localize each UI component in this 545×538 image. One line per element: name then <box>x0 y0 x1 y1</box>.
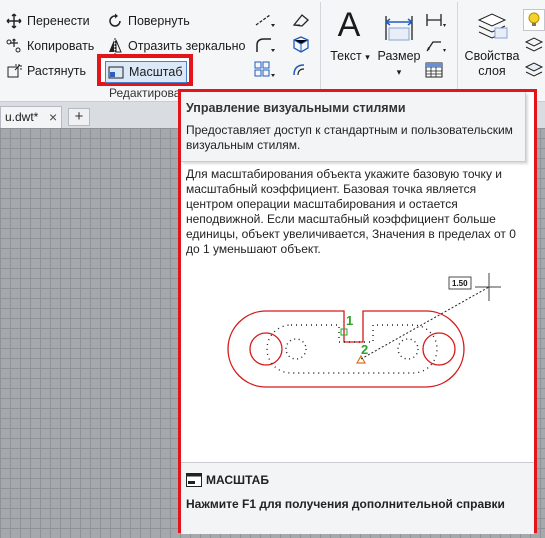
rotate-button[interactable]: Повернуть <box>107 11 190 31</box>
rotate-label: Повернуть <box>128 14 190 28</box>
table-icon[interactable] <box>424 61 446 79</box>
fillet-tool-icon[interactable] <box>254 36 276 54</box>
scale-button[interactable]: Масштаб <box>105 61 187 83</box>
explode-tool-icon[interactable] <box>290 36 312 54</box>
dimension-button[interactable]: Размер ▾ <box>376 49 422 80</box>
document-tab-label: u.dwt* <box>5 110 39 124</box>
preview-left-hole <box>285 338 307 360</box>
move-button[interactable]: Перенести <box>6 11 90 31</box>
layer-properties-label-1: Свойства <box>464 49 520 63</box>
text-button[interactable]: Текст ▾ <box>329 49 371 65</box>
stretch-button[interactable]: Растянуть <box>6 61 86 81</box>
scale-tooltip: Управление визуальными стилями Предостав… <box>178 89 537 534</box>
close-icon[interactable]: × <box>49 109 57 125</box>
point2-label: 2 <box>361 342 368 357</box>
dimension-label: Размер <box>377 49 421 63</box>
right-hole <box>422 332 456 366</box>
lightbulb-icon <box>528 12 540 26</box>
tooltip-body: Для масштабирования объекта укажите базо… <box>186 167 516 256</box>
chevron-down-icon: ▾ <box>396 67 402 77</box>
help-hint: Нажмите F1 для получения дополнительной … <box>186 497 505 511</box>
tooltip-header: Управление визуальными стилями Предостав… <box>181 92 526 162</box>
layer-state-button[interactable] <box>523 9 545 31</box>
rubber-band-line <box>360 286 490 360</box>
copy-label: Копировать <box>27 39 95 53</box>
layer-iso-icon[interactable] <box>524 36 545 54</box>
tooltip-title: Управление визуальными стилями <box>186 101 406 115</box>
chevron-down-icon: ▾ <box>365 52 370 62</box>
layer-match-icon[interactable] <box>524 61 545 79</box>
scale-icon <box>108 66 124 79</box>
mirror-icon <box>109 38 122 54</box>
tooltip-description: Предоставляет доступ к стандартным и пол… <box>186 123 513 152</box>
layer-properties-label-2: слоя <box>478 64 506 78</box>
erase-tool-icon[interactable] <box>290 11 312 29</box>
linear-dim-icon[interactable] <box>424 11 446 29</box>
command-line-icon <box>186 473 202 487</box>
left-hole <box>249 332 283 366</box>
mirror-button[interactable]: Отразить зеркально <box>107 36 246 56</box>
leader-icon[interactable] <box>424 36 446 54</box>
command-name: МАСШТАБ <box>206 473 269 487</box>
move-label: Перенести <box>27 14 90 28</box>
crosshair-cursor <box>475 273 501 301</box>
line-tool-icon[interactable] <box>254 11 276 29</box>
move-icon <box>6 13 22 29</box>
text-big-icon[interactable]: A <box>330 6 368 44</box>
stretch-label: Растянуть <box>27 64 87 78</box>
stretch-icon <box>7 64 22 78</box>
layer-properties-button[interactable]: Свойства слоя <box>462 49 522 79</box>
array-tool-icon[interactable] <box>254 61 276 79</box>
point1-label: 1 <box>346 313 353 328</box>
mirror-label: Отразить зеркально <box>128 39 246 53</box>
dimension-icon[interactable] <box>383 12 415 44</box>
document-tab[interactable]: u.dwt* × <box>0 106 62 128</box>
scale-value-text: 1.50 <box>452 279 468 288</box>
scale-point-marker <box>355 354 367 364</box>
text-label: Текст <box>330 49 362 63</box>
offset-tool-icon[interactable] <box>290 61 312 79</box>
new-tab-button[interactable]: + <box>68 108 90 126</box>
copy-button[interactable]: Копировать <box>6 36 94 56</box>
scale-button-highlight[interactable]: Масштаб <box>97 54 193 86</box>
scaled-preview-outline <box>266 324 438 374</box>
layer-properties-icon[interactable] <box>475 10 509 42</box>
scale-label: Масштаб <box>129 65 183 79</box>
rotate-icon <box>109 13 121 27</box>
separator <box>320 2 321 97</box>
command-row: МАСШТАБ <box>186 473 269 487</box>
ribbon: Перенести Повернуть Копировать Отразить … <box>0 0 545 102</box>
preview-right-hole <box>397 338 419 360</box>
separator <box>457 2 458 97</box>
tooltip-footer: МАСШТАБ Нажмите F1 для получения дополни… <box>181 462 534 534</box>
copy-icon <box>6 38 21 53</box>
scale-illustration: 1 2 1.50 <box>227 273 501 388</box>
modify-panel-label: Редактирова <box>109 86 181 100</box>
